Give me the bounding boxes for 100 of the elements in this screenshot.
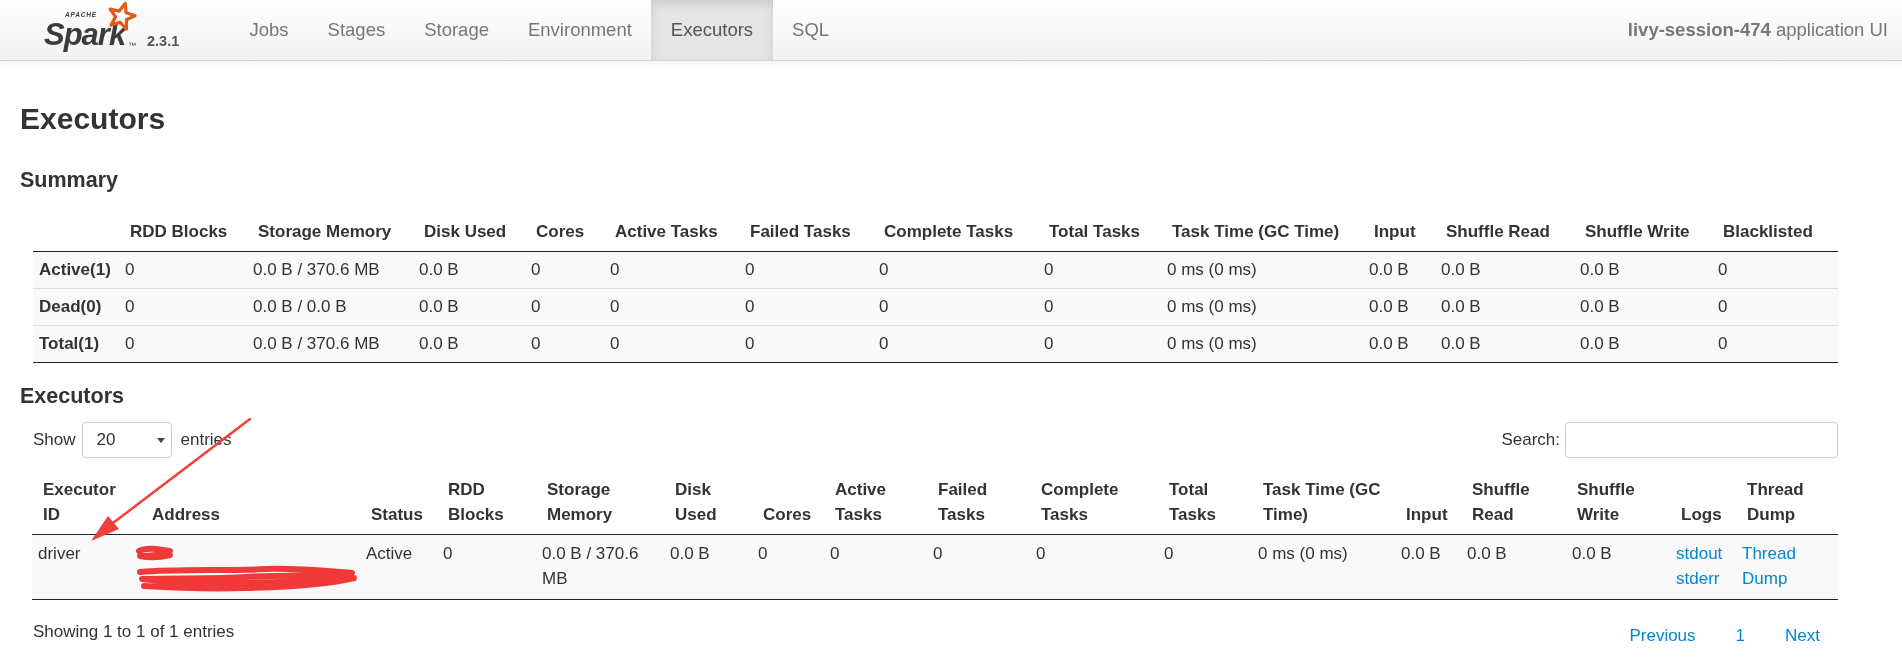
table-cell: 0.0 B	[1435, 288, 1574, 326]
column-header[interactable]: Cores	[525, 214, 604, 252]
column-header[interactable]: Status	[360, 471, 437, 535]
table-cell: 0	[604, 325, 739, 363]
table-cell: 0.0 B / 0.0 B	[247, 288, 413, 326]
nav-tab[interactable]: Executors	[651, 0, 773, 60]
table-cell: Active	[360, 534, 437, 600]
table-cell: 0	[604, 288, 739, 326]
table-cell: 0.0 B	[413, 251, 525, 289]
column-header[interactable]: Complete Tasks	[873, 214, 1038, 252]
table-cell: 0	[525, 251, 604, 289]
column-header[interactable]: Disk Used	[664, 471, 752, 535]
table-cell: 0	[1038, 251, 1161, 289]
table-cell: 0	[752, 534, 824, 600]
log-link[interactable]: stderr	[1676, 566, 1720, 591]
table-cell: 0.0 B	[1363, 251, 1435, 289]
table-cell: 0 ms (0 ms)	[1161, 325, 1363, 363]
column-header[interactable]: Storage Memory	[247, 214, 413, 252]
column-header[interactable]: Failed Tasks	[927, 471, 1030, 535]
thread-dump-link[interactable]: Thread Dump	[1742, 541, 1832, 591]
table-cell: 0	[1158, 534, 1252, 600]
table-cell: 0	[873, 325, 1038, 363]
table-cell: 0	[739, 325, 873, 363]
column-header[interactable]: Active Tasks	[604, 214, 739, 252]
table-cell: 0	[604, 251, 739, 289]
table-cell: 0.0 B	[1395, 534, 1461, 600]
column-header[interactable]: Thread Dump	[1736, 471, 1838, 535]
next-button[interactable]: Next	[1765, 623, 1838, 648]
table-cell: 0.0 B	[413, 288, 525, 326]
version-label: 2.3.1	[147, 33, 180, 49]
column-header[interactable]: Task Time (GC Time)	[1161, 214, 1363, 252]
column-header[interactable]: Logs	[1670, 471, 1736, 535]
table-cell: 0	[119, 251, 247, 289]
row-header: Total(1)	[33, 325, 119, 363]
column-header[interactable]: Shuffle Read	[1461, 471, 1566, 535]
table-cell: 0.0 B	[664, 534, 752, 600]
entries-select[interactable]: 20	[81, 422, 172, 458]
table-cell: 0.0 B	[1435, 251, 1574, 289]
column-header[interactable]: Input	[1395, 471, 1461, 535]
page-button[interactable]: 1	[1715, 623, 1766, 648]
section-title: Summary	[20, 167, 118, 193]
table-cell: 0	[1712, 251, 1838, 289]
app-title: livy-session-474 application UI	[1627, 18, 1888, 42]
log-link[interactable]: stdout	[1676, 541, 1723, 566]
table-info: Showing 1 to 1 of 1 entries	[33, 621, 235, 643]
table-cell: 0.0 B / 370.6 MB	[536, 534, 664, 600]
table-cell: 0.0 B	[1461, 534, 1566, 600]
nav-tab[interactable]: Environment	[508, 0, 652, 60]
column-header[interactable]: Task Time (GC Time)	[1252, 471, 1395, 535]
column-header[interactable]: Address	[141, 471, 360, 535]
column-header[interactable]: Blacklisted	[1712, 214, 1838, 252]
nav-tab[interactable]: SQL	[772, 0, 849, 60]
table-cell: driver	[32, 534, 141, 600]
table-cell: 0.0 B	[1566, 534, 1670, 600]
table-cell: 0	[873, 251, 1038, 289]
table-cell: 0.0 B	[1435, 325, 1574, 363]
column-header[interactable]: Total Tasks	[1158, 471, 1252, 535]
table-cell: 0	[873, 288, 1038, 326]
nav-tab[interactable]: Jobs	[230, 0, 309, 60]
table-cell: 0.0 B	[1363, 288, 1435, 326]
column-header[interactable]: Complete Tasks	[1030, 471, 1158, 535]
search-field[interactable]	[1565, 422, 1838, 458]
column-header[interactable]: Shuffle Write	[1566, 471, 1670, 535]
nav-tab[interactable]: Storage	[404, 0, 509, 60]
table-cell: 0	[927, 534, 1030, 600]
table-cell: 0	[824, 534, 927, 600]
column-header[interactable]: RDD Blocks	[437, 471, 536, 535]
page-title: Executors	[20, 101, 166, 137]
column-header[interactable]: Shuffle Read	[1435, 214, 1574, 252]
column-header[interactable]: Total Tasks	[1038, 214, 1161, 252]
table-cell: 0.0 B	[1363, 325, 1435, 363]
table-cell: 0	[119, 325, 247, 363]
table-cell: 0 ms (0 ms)	[1252, 534, 1395, 600]
table-cell: 0.0 B / 370.6 MB	[247, 251, 413, 289]
column-header[interactable]: Failed Tasks	[739, 214, 873, 252]
column-header[interactable]: RDD Blocks	[119, 214, 247, 252]
table-cell: 0.0 B	[1574, 251, 1712, 289]
table-cell: 0 ms (0 ms)	[1161, 288, 1363, 326]
table-cell: 0	[119, 288, 247, 326]
table-cell: 0	[1712, 325, 1838, 363]
previous-button[interactable]: Previous	[1609, 623, 1716, 648]
table-cell: 0	[739, 288, 873, 326]
column-header[interactable]: Disk Used	[413, 214, 525, 252]
table-cell: 0	[525, 288, 604, 326]
row-header: Active(1)	[33, 251, 119, 289]
show-label: Show	[33, 430, 76, 450]
table-cell: 0	[437, 534, 536, 600]
column-header[interactable]: Input	[1363, 214, 1435, 252]
caret-icon	[156, 437, 165, 443]
nav-tab[interactable]: Stages	[308, 0, 405, 60]
column-header[interactable]: Cores	[752, 471, 824, 535]
row-header: Dead(0)	[33, 288, 119, 326]
table-cell: 0	[1712, 288, 1838, 326]
column-header[interactable]: Shuffle Write	[1574, 214, 1712, 252]
table-cell: 0.0 B	[1574, 288, 1712, 326]
table-cell: 0 ms (0 ms)	[1161, 251, 1363, 289]
table-cell: 0	[525, 325, 604, 363]
column-header[interactable]: Active Tasks	[824, 471, 927, 535]
table-cell: 0.0 B	[413, 325, 525, 363]
column-header[interactable]: Storage Memory	[536, 471, 664, 535]
